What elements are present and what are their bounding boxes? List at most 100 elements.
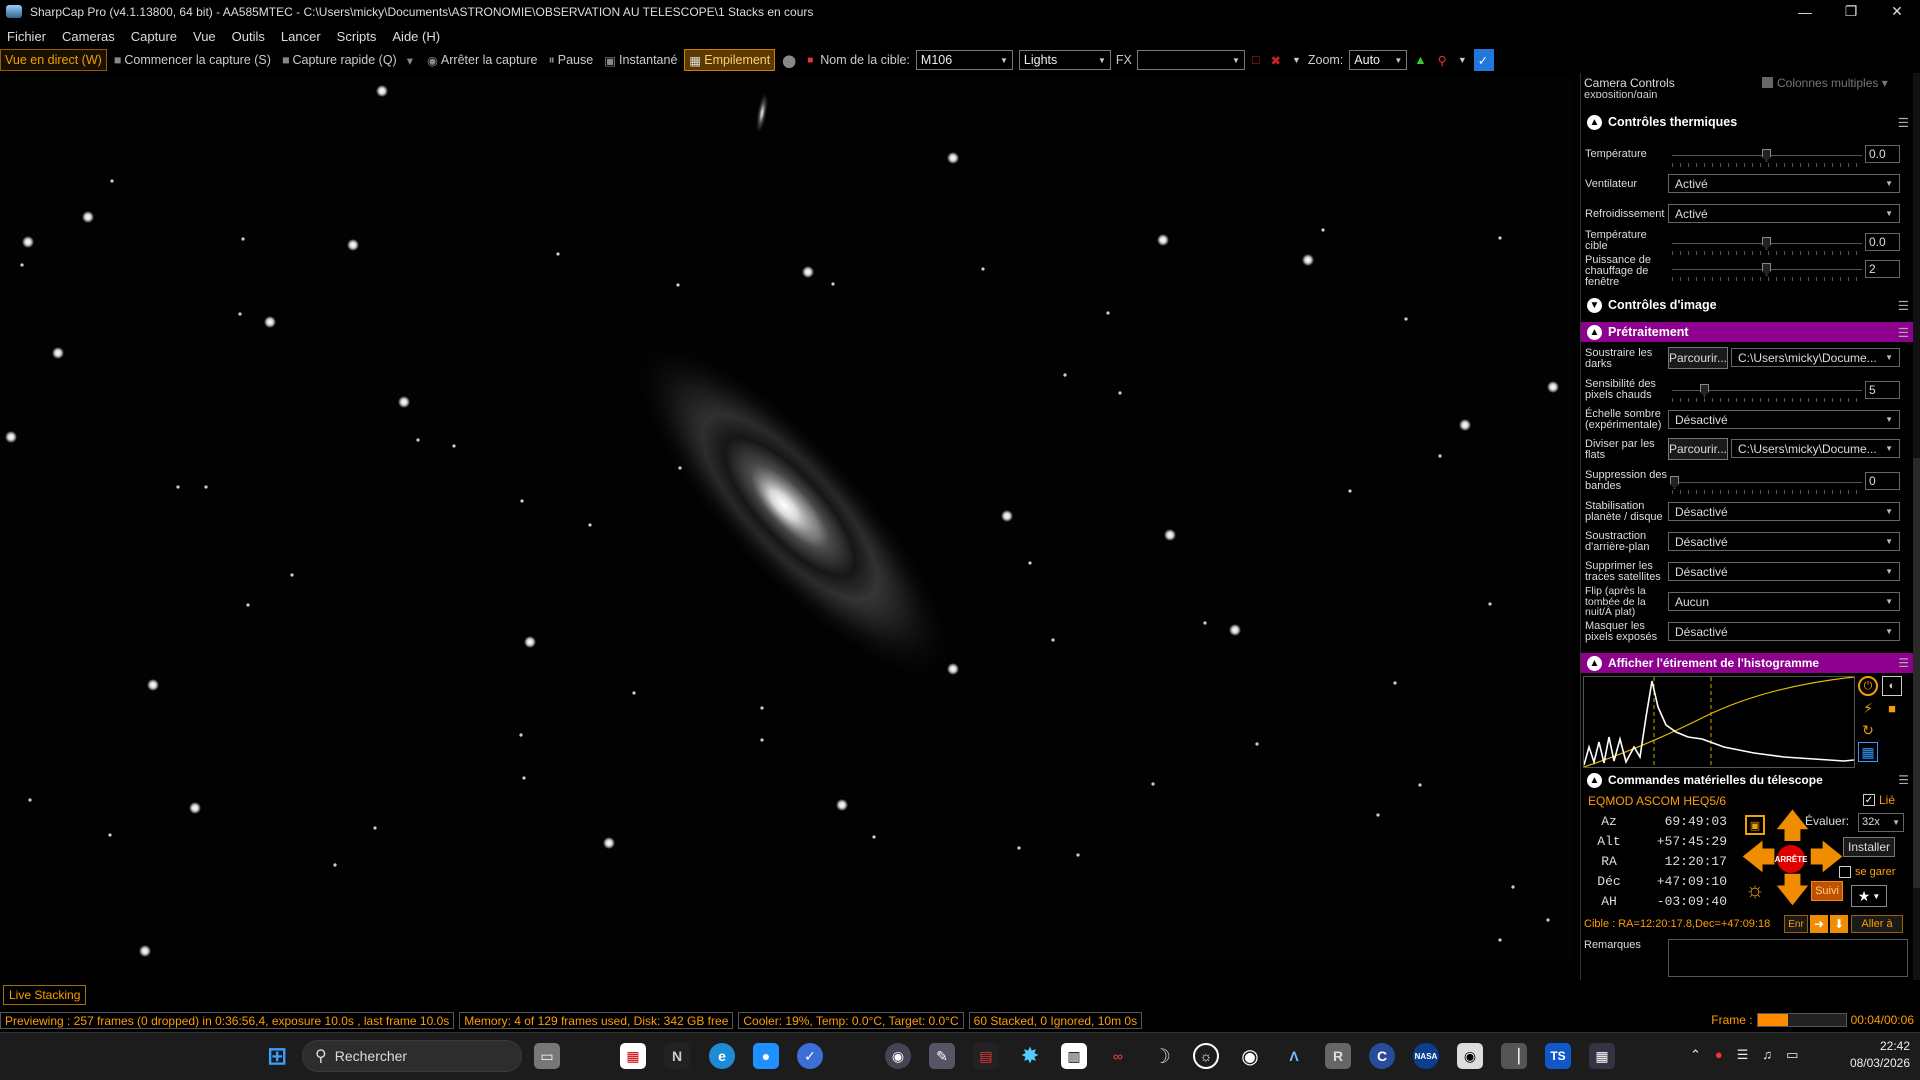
roi-icon[interactable]: □ — [1248, 49, 1264, 71]
app-icon-9[interactable]: ☼ — [1193, 1043, 1219, 1069]
ts-icon[interactable]: TS — [1545, 1043, 1571, 1069]
stabilize-select[interactable]: Désactivé ▼ — [1668, 502, 1900, 521]
snapshot-button[interactable]: ▣ Instantané — [600, 49, 681, 71]
thermal-controls-header[interactable]: ▲ Contrôles thermiques ☰ — [1581, 112, 1920, 132]
south-arrow-icon[interactable]: 🡇 — [1775, 873, 1810, 907]
dark-scale-select[interactable]: Désactivé ▼ — [1668, 410, 1900, 429]
flat-browse-button[interactable]: Parcourir... — [1668, 438, 1728, 460]
preprocessing-header[interactable]: ▲ Prétraitement ☰ — [1581, 322, 1920, 342]
rate-select[interactable]: 32x ▼ — [1858, 813, 1904, 832]
slider-thumb[interactable] — [1670, 476, 1679, 489]
edge-icon[interactable]: e — [709, 1043, 735, 1069]
app-icon-5[interactable]: ✸ — [1017, 1043, 1043, 1069]
east-arrow-icon[interactable]: 🡆 — [1809, 841, 1844, 875]
clock[interactable]: 22:42 08/03/2026 — [1830, 1038, 1910, 1072]
record-dot-icon[interactable]: ⬤ — [778, 49, 800, 71]
windows-start-icon[interactable]: ⊞ — [264, 1043, 290, 1070]
satellite-select[interactable]: Désactivé ▼ — [1668, 562, 1900, 581]
app-icon-16[interactable]: ▦ — [1589, 1043, 1615, 1069]
stop-mount-button[interactable]: ARRÊTE — [1775, 845, 1807, 873]
crosshair-icon[interactable]: ✖ — [1266, 49, 1284, 71]
target-name-select[interactable]: M106 ▼ — [915, 50, 1013, 70]
chevron-down-icon[interactable]: ▾ — [407, 53, 413, 68]
temperature-slider[interactable] — [1672, 149, 1862, 167]
frame-type-select[interactable]: Lights ▼ — [1018, 50, 1111, 70]
arrow-right-icon[interactable]: ➜ — [1810, 915, 1828, 933]
dark-browse-button[interactable]: Parcourir... — [1668, 347, 1728, 369]
dark-path-select[interactable]: C:\Users\micky\Docume... ▼ — [1731, 348, 1900, 367]
panel-scrollbar[interactable] — [1913, 73, 1920, 980]
save-target-button[interactable]: Enr — [1784, 915, 1808, 933]
menu-capture[interactable]: Capture — [124, 29, 186, 44]
minimize-icon[interactable]: — — [1782, 0, 1828, 23]
app-icon-13[interactable]: C — [1369, 1043, 1395, 1069]
app-icon-4[interactable]: ▤ — [973, 1043, 999, 1069]
menu-aide[interactable]: Aide (H) — [385, 29, 449, 44]
target-temp-slider[interactable] — [1672, 237, 1862, 255]
chevron-down-icon[interactable]: ▼ — [1288, 49, 1305, 71]
menu-fichier[interactable]: Fichier — [0, 29, 55, 44]
power-icon[interactable]: ⏻ — [1858, 676, 1878, 696]
banding-value[interactable]: 0 — [1865, 472, 1900, 490]
battery-icon[interactable]: ▭ — [1786, 1047, 1798, 1063]
menu-cameras[interactable]: Cameras — [55, 29, 124, 44]
pause-button[interactable]: ⏸ Pause — [545, 49, 598, 71]
fx-select[interactable]: ▼ — [1136, 50, 1245, 70]
zoom-select[interactable]: Auto ▼ — [1349, 50, 1408, 70]
target-temp-value[interactable]: 0.0 — [1865, 233, 1900, 251]
tracking-button[interactable]: Suivi — [1811, 881, 1843, 901]
app-icon-12[interactable]: R — [1325, 1043, 1351, 1069]
telescope-header[interactable]: ▲ Commandes matérielles du télescope ☰ — [1581, 770, 1920, 790]
close-icon[interactable]: ✕ — [1874, 0, 1920, 23]
star-icon[interactable]: ★ ▼ — [1851, 885, 1887, 907]
quick-capture-button[interactable]: ■ Capture rapide (Q) ▾ — [278, 49, 420, 71]
menu-icon[interactable]: ☰ — [1898, 298, 1909, 313]
app-icon-7[interactable]: ∞ — [1105, 1043, 1131, 1069]
image-viewer[interactable] — [0, 75, 1574, 960]
menu-icon[interactable]: ☰ — [1898, 325, 1909, 340]
menu-icon[interactable]: ☰ — [1898, 115, 1909, 130]
wifi-icon[interactable]: ☰ — [1737, 1047, 1749, 1063]
chevron-up-icon[interactable]: ⌃ — [1690, 1047, 1701, 1063]
app-icon-2[interactable]: ✓ — [797, 1043, 823, 1069]
zoom-icon[interactable]: ⚲ — [1434, 49, 1451, 71]
cooling-select[interactable]: Activé ▼ — [1668, 204, 1900, 223]
lock-icon[interactable]: ■ — [1882, 698, 1902, 718]
histogram-icon[interactable]: ▲ — [1410, 49, 1430, 71]
chat-app-icon[interactable]: ● — [753, 1043, 779, 1069]
taskbar-search[interactable]: ⚲ Rechercher — [302, 1040, 522, 1072]
app-icon-10[interactable]: ◉ — [1237, 1043, 1263, 1069]
menu-outils[interactable]: Outils — [225, 29, 274, 44]
stop-capture-button[interactable]: ◉ Arrêter la capture — [423, 49, 542, 71]
park-checkbox[interactable]: se garer — [1839, 866, 1895, 878]
background-select[interactable]: Désactivé ▼ — [1668, 532, 1900, 551]
heater-slider[interactable] — [1672, 263, 1862, 281]
app-icon-6[interactable]: ▥ — [1061, 1043, 1087, 1069]
sharpcap-taskbar-icon[interactable]: ◉ — [885, 1043, 911, 1069]
tray-app-icon[interactable]: ● — [1715, 1047, 1723, 1063]
histogram-header[interactable]: ▲ Afficher l'étirement de l'histogramme ☰ — [1581, 653, 1920, 673]
sun-icon[interactable]: ☼ — [1743, 879, 1767, 903]
heater-value[interactable]: 2 — [1865, 260, 1900, 278]
west-arrow-icon[interactable]: 🡄 — [1741, 841, 1776, 875]
app-icon-1[interactable]: ▦ — [620, 1043, 646, 1069]
live-view-button[interactable]: Vue en direct (W) — [0, 49, 107, 71]
histogram-stretch[interactable] — [1583, 676, 1855, 768]
temperature-value[interactable]: 0.0 — [1865, 145, 1900, 163]
arrow-down-icon[interactable]: ⬇ — [1830, 915, 1848, 933]
stacking-button[interactable]: ▦ Empilement — [684, 49, 776, 71]
maximize-icon[interactable]: ❐ — [1828, 0, 1874, 23]
hot-pixel-value[interactable]: 5 — [1865, 381, 1900, 399]
slider-thumb[interactable] — [1762, 237, 1771, 250]
app-icon-3[interactable]: ✎ — [929, 1043, 955, 1069]
goto-button[interactable]: Aller à — [1851, 915, 1903, 933]
app-icon-11[interactable]: Λ — [1281, 1043, 1307, 1069]
menu-icon[interactable]: ☰ — [1898, 773, 1909, 787]
north-arrow-icon[interactable]: 🡅 — [1775, 809, 1810, 843]
app-icon-14[interactable]: ◉ — [1457, 1043, 1483, 1069]
slider-thumb[interactable] — [1762, 263, 1771, 276]
task-view-icon[interactable]: ▭ — [534, 1043, 560, 1069]
annotate-icon[interactable]: ✓ — [1473, 49, 1494, 71]
slider-thumb[interactable] — [1762, 149, 1771, 162]
notes-textarea[interactable] — [1668, 939, 1908, 977]
